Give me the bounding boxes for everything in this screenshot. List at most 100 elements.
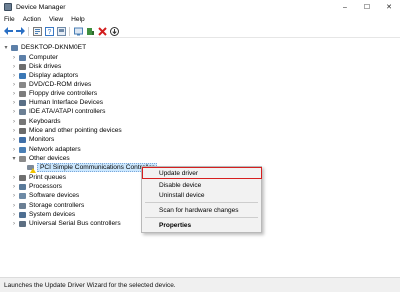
window-title: Device Manager	[16, 3, 66, 11]
toolbar: ?	[0, 25, 400, 38]
expand-chevron-icon[interactable]: ›	[11, 91, 17, 97]
floppy-controller-icon	[19, 90, 26, 97]
expand-chevron-icon[interactable]: ›	[11, 175, 17, 181]
scan-hardware-menu-item[interactable]: Scan for hardware changes	[142, 205, 261, 215]
status-bar: Launches the Update Driver Wizard for th…	[0, 277, 400, 292]
tree-root[interactable]: ▾ DESKTOP-DKNM0ET	[3, 43, 86, 52]
menu-file[interactable]: File	[0, 16, 19, 23]
tree-item-label: Computer	[29, 54, 58, 61]
tree-item-label: Floppy drive controllers	[29, 90, 98, 97]
expand-chevron-icon[interactable]: ›	[11, 73, 17, 79]
usb-controller-icon	[19, 220, 26, 227]
tree-item-other-devices[interactable]: ▾ Other devices	[11, 154, 70, 163]
expand-chevron-icon[interactable]: ›	[11, 203, 17, 209]
tree-item-label: Keyboards	[29, 118, 61, 125]
device-manager-icon	[4, 3, 12, 11]
computer-icon	[11, 44, 18, 51]
tree-item-pci-simple-comm[interactable]: PCI Simple Communications Controller	[26, 163, 158, 173]
expand-chevron-icon[interactable]: ›	[11, 64, 17, 70]
monitor-icon	[19, 136, 26, 143]
back-icon[interactable]	[3, 26, 13, 36]
expand-chevron-icon[interactable]: ›	[11, 221, 17, 227]
title-bar: Device Manager – ☐ ✕	[0, 0, 400, 14]
tree-item-disk-drives[interactable]: › Disk drives	[11, 62, 61, 71]
tree-item-label: Software devices	[29, 192, 80, 199]
tree-item-network[interactable]: › Network adapters	[11, 145, 81, 154]
tree-item-hid[interactable]: › Human Interface Devices	[11, 98, 103, 107]
network-adapter-icon	[19, 146, 26, 153]
uninstall-icon[interactable]	[97, 26, 107, 36]
toolbar-separator	[28, 26, 29, 36]
device-tree: ▾ DESKTOP-DKNM0ET › Computer › Disk driv…	[0, 39, 400, 277]
help-icon[interactable]: ?	[44, 26, 54, 36]
system-device-icon	[19, 211, 26, 218]
tree-item-ide[interactable]: › IDE ATA/ATAPI controllers	[11, 107, 105, 116]
tree-item-keyboards[interactable]: › Keyboards	[11, 117, 61, 126]
expand-chevron-icon[interactable]: ›	[11, 55, 17, 61]
menu-bar: File Action View Help	[0, 14, 400, 25]
expand-chevron-icon[interactable]: ›	[11, 212, 17, 218]
tree-item-computer[interactable]: › Computer	[11, 53, 58, 62]
warning-triangle-icon	[30, 167, 36, 173]
menu-separator	[145, 202, 258, 203]
tree-item-dvd-cd-rom[interactable]: › DVD/CD-ROM drives	[11, 80, 91, 89]
scan-icon[interactable]	[73, 26, 83, 36]
tree-item-usb[interactable]: › Universal Serial Bus controllers	[11, 219, 121, 228]
expand-chevron-icon[interactable]: ›	[11, 184, 17, 190]
printer-icon	[19, 174, 26, 181]
status-text: Launches the Update Driver Wizard for th…	[4, 281, 176, 289]
expand-chevron-icon[interactable]: ›	[11, 128, 17, 134]
expand-chevron-icon[interactable]: ›	[11, 82, 17, 88]
update-driver-menu-item[interactable]: Update driver	[142, 168, 261, 178]
storage-controller-icon	[19, 202, 26, 209]
window-controls: – ☐ ✕	[334, 0, 400, 14]
tree-item-system-devices[interactable]: › System devices	[11, 210, 75, 219]
download-icon[interactable]	[109, 26, 119, 36]
forward-icon[interactable]	[15, 26, 25, 36]
display-adapter-icon	[19, 72, 26, 79]
tree-item-storage[interactable]: › Storage controllers	[11, 201, 84, 210]
update-driver-icon[interactable]	[85, 26, 95, 36]
tree-item-label: Mice and other pointing devices	[29, 127, 122, 134]
show-hidden-icon[interactable]	[56, 26, 66, 36]
minimize-button[interactable]: –	[334, 0, 356, 14]
tree-item-display-adaptors[interactable]: › Display adaptors	[11, 71, 78, 80]
tree-item-mice[interactable]: › Mice and other pointing devices	[11, 126, 122, 135]
expand-chevron-icon[interactable]: ›	[11, 109, 17, 115]
menu-separator	[145, 217, 258, 218]
tree-item-monitors[interactable]: › Monitors	[11, 135, 54, 144]
context-menu: Update driver Disable device Uninstall d…	[141, 166, 262, 233]
menu-view[interactable]: View	[45, 16, 67, 23]
expand-chevron-icon[interactable]: ›	[11, 193, 17, 199]
properties-menu-item[interactable]: Properties	[142, 220, 261, 230]
properties-icon[interactable]	[32, 26, 42, 36]
tree-item-label: Storage controllers	[29, 202, 85, 209]
tree-item-label: Monitors	[29, 136, 55, 143]
tree-item-print-queues[interactable]: › Print queues	[11, 173, 66, 182]
expand-chevron-icon[interactable]: ›	[11, 100, 17, 106]
collapse-chevron-icon[interactable]: ▾	[3, 44, 9, 51]
maximize-button[interactable]: ☐	[356, 0, 378, 14]
uninstall-device-menu-item[interactable]: Uninstall device	[142, 190, 261, 200]
processor-icon	[19, 183, 26, 190]
keyboard-icon	[19, 118, 26, 125]
tree-item-software-devices[interactable]: › Software devices	[11, 191, 79, 200]
expand-chevron-icon[interactable]: ›	[11, 147, 17, 153]
tree-item-label: System devices	[29, 211, 76, 218]
close-button[interactable]: ✕	[378, 0, 400, 14]
tree-item-label: Print queues	[29, 174, 67, 181]
tree-item-floppy[interactable]: › Floppy drive controllers	[11, 89, 97, 98]
dvd-drive-icon	[19, 81, 26, 88]
menu-action[interactable]: Action	[19, 16, 45, 23]
tree-item-label: Other devices	[29, 155, 70, 162]
collapse-chevron-icon[interactable]: ▾	[11, 155, 17, 162]
tree-item-label: Disk drives	[29, 63, 62, 70]
expand-chevron-icon[interactable]: ›	[11, 119, 17, 125]
tree-item-label: Network adapters	[29, 146, 81, 153]
expand-chevron-icon[interactable]: ›	[11, 137, 17, 143]
menu-help[interactable]: Help	[67, 16, 89, 23]
tree-item-processors[interactable]: › Processors	[11, 182, 62, 191]
computer-icon	[19, 54, 26, 61]
disable-device-menu-item[interactable]: Disable device	[142, 180, 261, 190]
disk-drive-icon	[19, 63, 26, 70]
